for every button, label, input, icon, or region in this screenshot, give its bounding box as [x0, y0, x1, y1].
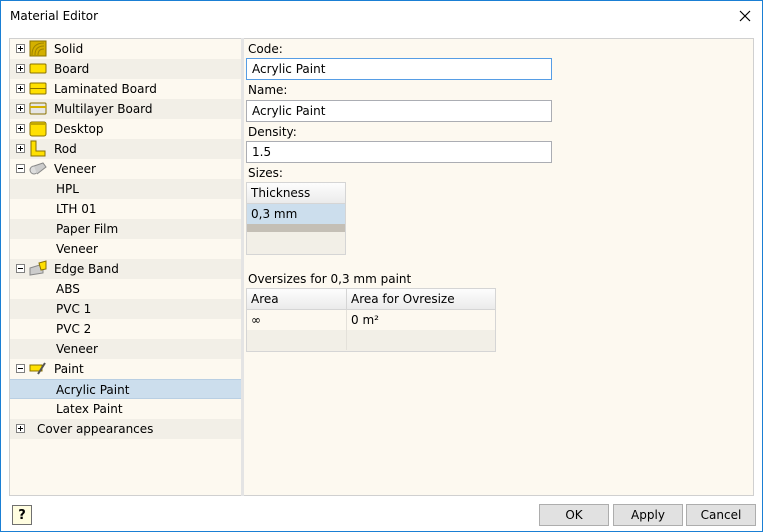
desktop-icon — [29, 120, 48, 137]
help-icon: ? — [18, 507, 26, 523]
tree-item[interactable]: Acrylic Paint — [10, 379, 241, 399]
code-label: Code: — [248, 42, 283, 56]
tree-item-label: Edge Band — [54, 262, 119, 276]
density-input[interactable] — [246, 141, 552, 163]
tree-item[interactable]: ABS — [10, 279, 241, 299]
expand-icon[interactable] — [16, 44, 25, 53]
close-button[interactable] — [728, 1, 762, 31]
ok-button[interactable]: OK — [539, 504, 609, 526]
tree-item[interactable]: Veneer — [10, 339, 241, 359]
tree-item[interactable]: Veneer — [10, 239, 241, 259]
material-tree[interactable]: Solid Board Laminated Board Multilayer Boar… — [9, 38, 241, 496]
thickness-cell[interactable]: 0,3 mm — [247, 204, 345, 224]
expand-icon[interactable] — [16, 84, 25, 93]
tree-item[interactable]: Paint — [10, 359, 241, 379]
tree-item-label: Laminated Board — [54, 82, 157, 96]
tree-item-label: Acrylic Paint — [56, 383, 130, 397]
tree-item[interactable]: Board — [10, 59, 241, 79]
window-title: Material Editor — [10, 9, 99, 23]
table-row[interactable]: 0,3 mm — [247, 204, 345, 224]
tree-item[interactable]: Cover appearances — [10, 419, 241, 439]
tree-item-label: Paint — [54, 362, 84, 376]
column-header-thickness[interactable]: Thickness — [247, 183, 345, 203]
sizes-label: Sizes: — [248, 166, 283, 180]
sizes-table[interactable]: Thickness 0,3 mm — [246, 182, 346, 255]
solid-wood-icon — [29, 40, 48, 57]
dialog-body: Solid Board Laminated Board Multilayer Boar… — [1, 32, 762, 531]
tree-item-label: Desktop — [54, 122, 104, 136]
tree-item-label: ABS — [56, 282, 80, 296]
oversizes-label: Oversizes for 0,3 mm paint — [248, 272, 412, 286]
tree-item-label: Cover appearances — [37, 422, 154, 436]
tree-item-label: PVC 2 — [56, 322, 92, 336]
tree-item[interactable]: PVC 1 — [10, 299, 241, 319]
table-row[interactable]: ∞ 0 m² — [247, 310, 495, 330]
name-label: Name: — [248, 83, 288, 97]
tree-item-label: Paper Film — [56, 222, 119, 236]
tree-item[interactable]: Laminated Board — [10, 79, 241, 99]
tree-item-label: Veneer — [56, 342, 98, 356]
sizes-table-header: Thickness — [247, 183, 345, 204]
tree-item-label: Solid — [54, 42, 84, 56]
code-input[interactable] — [246, 58, 552, 80]
veneer-icon — [29, 160, 48, 177]
expand-icon[interactable] — [16, 64, 25, 73]
collapse-icon[interactable] — [16, 364, 25, 373]
tree-item[interactable]: LTH 01 — [10, 199, 241, 219]
tree-item-label: Veneer — [56, 242, 98, 256]
multilayer-board-icon — [29, 100, 48, 117]
tree-item[interactable]: Rod — [10, 139, 241, 159]
cancel-button[interactable]: Cancel — [686, 504, 756, 526]
oversizes-table[interactable]: Area Area for Ovresize ∞ 0 m² — [246, 288, 496, 352]
laminated-board-icon — [29, 80, 48, 97]
collapse-icon[interactable] — [16, 164, 25, 173]
name-input[interactable] — [246, 100, 552, 122]
tree-item[interactable]: Solid — [10, 39, 241, 59]
tree-item-label: Multilayer Board — [54, 102, 153, 116]
tree-item[interactable]: Multilayer Board — [10, 99, 241, 119]
tree-item-label: LTH 01 — [56, 202, 97, 216]
tree-item-label: Rod — [54, 142, 77, 156]
expand-icon[interactable] — [16, 124, 25, 133]
new-row-placeholder[interactable] — [247, 330, 495, 350]
properties-panel: Code: Name: Density: Sizes: Thickness 0,… — [244, 38, 754, 496]
board-icon — [29, 60, 48, 77]
oversizes-table-header: Area Area for Ovresize — [247, 289, 495, 310]
tree-item[interactable]: Veneer — [10, 159, 241, 179]
column-header-area[interactable]: Area — [247, 289, 347, 309]
tree-item-label: Veneer — [54, 162, 96, 176]
paint-icon — [29, 360, 48, 377]
tree-item[interactable]: PVC 2 — [10, 319, 241, 339]
material-editor-window: Material Editor Solid Board Laminated Boar… — [0, 0, 763, 532]
title-bar: Material Editor — [1, 1, 762, 32]
density-label: Density: — [248, 125, 297, 139]
collapse-icon[interactable] — [16, 264, 25, 273]
expand-icon[interactable] — [16, 144, 25, 153]
tree-item[interactable]: Paper Film — [10, 219, 241, 239]
apply-button[interactable]: Apply — [613, 504, 683, 526]
new-row-placeholder[interactable] — [247, 224, 345, 232]
tree-item[interactable]: Latex Paint — [10, 399, 241, 419]
expand-icon[interactable] — [16, 104, 25, 113]
edge-band-icon — [29, 260, 48, 277]
close-icon — [739, 10, 751, 22]
rod-icon — [29, 140, 48, 157]
expand-icon[interactable] — [16, 424, 25, 433]
help-button[interactable]: ? — [12, 505, 32, 525]
tree-item-label: HPL — [56, 182, 79, 196]
tree-item-label: PVC 1 — [56, 302, 92, 316]
area-cell[interactable]: ∞ — [247, 310, 347, 330]
column-header-area-for-oversize[interactable]: Area for Ovresize — [347, 289, 495, 309]
tree-item[interactable]: Desktop — [10, 119, 241, 139]
tree-item-label: Board — [54, 62, 90, 76]
tree-item-label: Latex Paint — [56, 402, 123, 416]
area-for-oversize-cell[interactable]: 0 m² — [347, 310, 495, 330]
tree-item[interactable]: HPL — [10, 179, 241, 199]
tree-item[interactable]: Edge Band — [10, 259, 241, 279]
